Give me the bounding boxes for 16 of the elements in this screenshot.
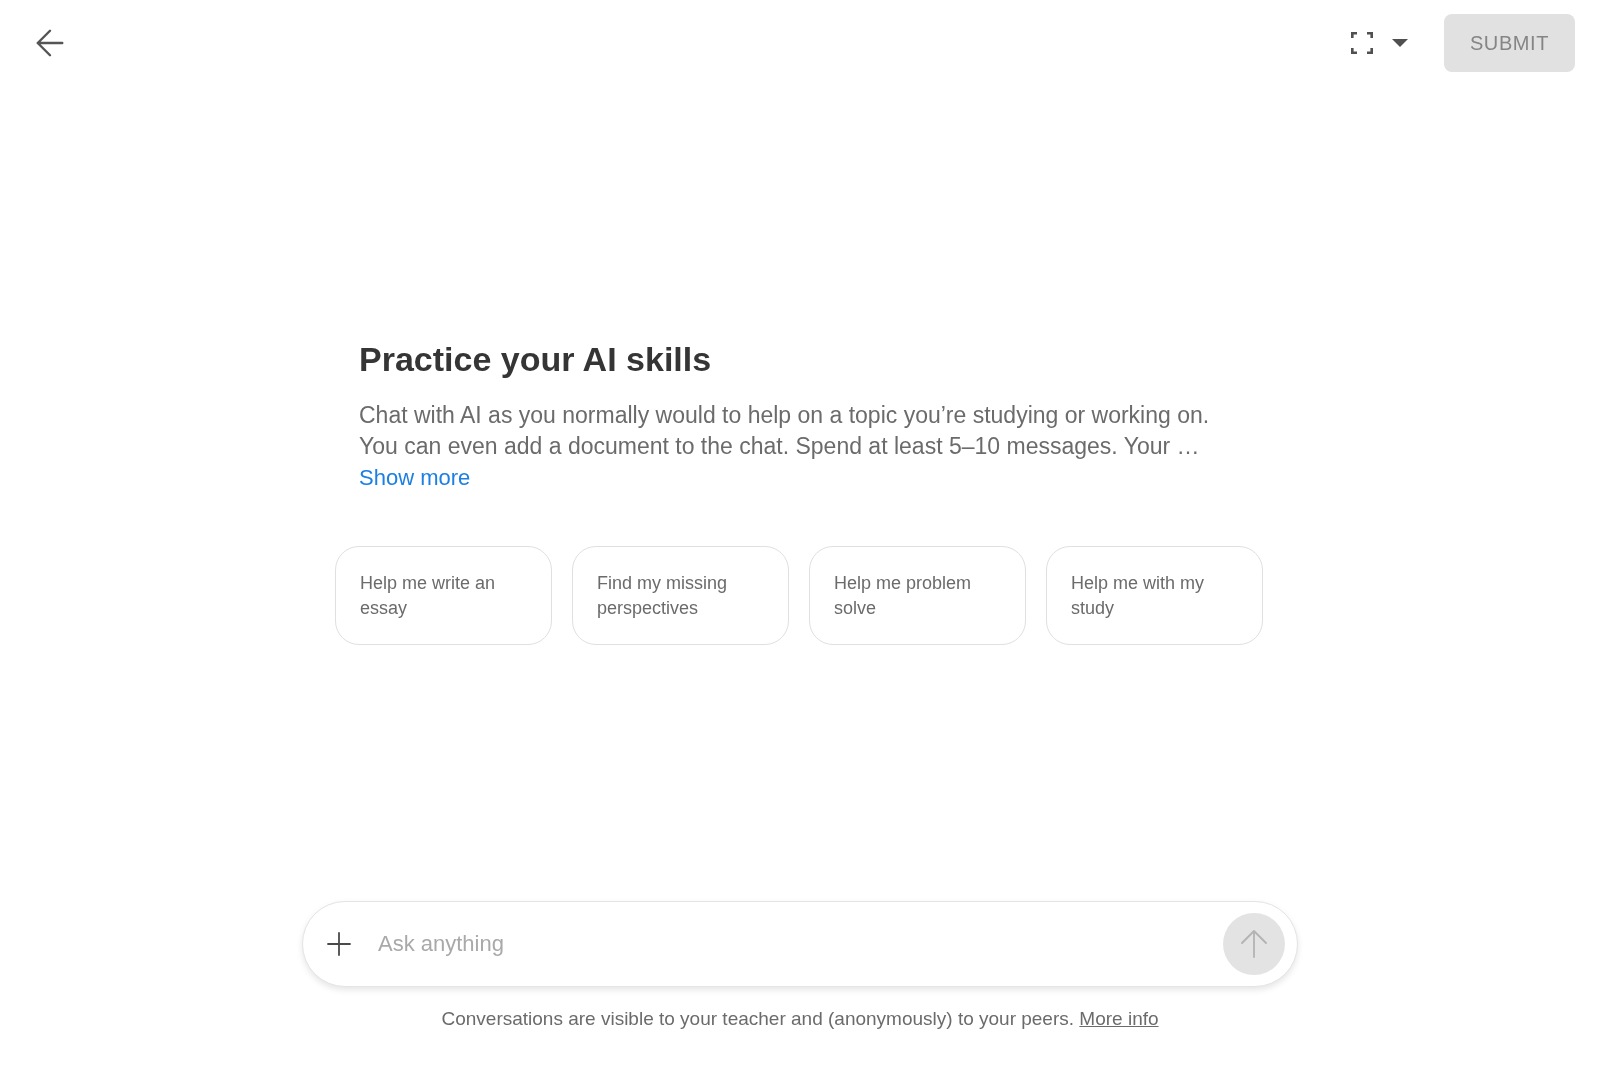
message-input[interactable]: Ask anything [376, 924, 1207, 964]
more-info-link[interactable]: More info [1079, 1008, 1159, 1029]
suggestion-chip[interactable]: Help me problem solve [809, 546, 1026, 645]
message-composer[interactable]: Ask anything [302, 901, 1298, 987]
privacy-notice: Conversations are visible to your teacher and (anonymously) to your peers. More info [441, 1007, 1159, 1031]
page-title: Practice your AI skills [359, 339, 712, 380]
suggestion-chip[interactable]: Find my missing perspectives [572, 546, 789, 645]
intro-description: Chat with AI as you normally would to help on a topic you’re studying or working on. You can even add a document to the chat. Spend at least 5–10 messages. Your … [359, 401, 1211, 461]
caret-down-icon[interactable] [1392, 39, 1408, 47]
suggestion-chip[interactable]: Help me write an essay [335, 546, 552, 645]
plus-icon[interactable] [326, 931, 352, 957]
back-arrow-icon[interactable] [36, 29, 64, 57]
arrow-up-icon [1241, 930, 1267, 958]
suggestion-chip[interactable]: Help me with my study [1046, 546, 1263, 645]
show-more-link[interactable]: Show more [359, 462, 471, 493]
fullscreen-icon[interactable] [1351, 32, 1373, 54]
